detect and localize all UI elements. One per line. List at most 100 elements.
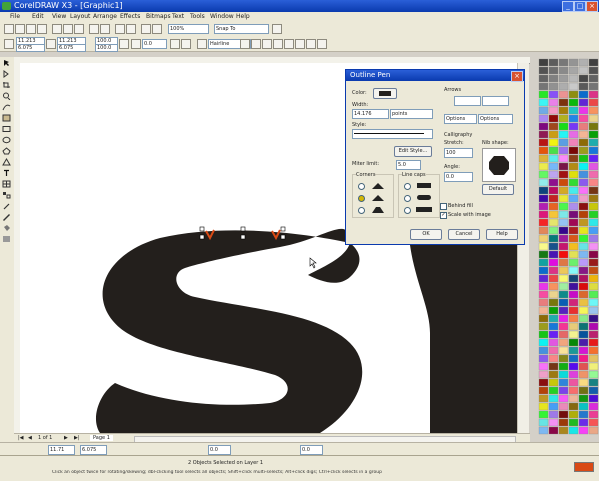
palette-swatch[interactable] [578,162,589,171]
palette-swatch[interactable] [568,282,579,291]
palette-swatch[interactable] [538,210,549,219]
palette-swatch[interactable] [588,274,599,283]
palette-swatch[interactable] [568,178,579,187]
shape-tool-icon[interactable] [2,70,11,78]
palette-swatch[interactable] [548,194,559,203]
palette-swatch[interactable] [558,210,569,219]
palette-swatch[interactable] [568,98,579,107]
palette-swatch[interactable] [538,234,549,243]
palette-swatch[interactable] [578,58,589,67]
palette-swatch[interactable] [588,234,599,243]
palette-swatch[interactable] [568,386,579,395]
palette-swatch[interactable] [558,370,569,379]
palette-swatch[interactable] [558,290,569,299]
palette-swatch[interactable] [538,162,549,171]
palette-swatch[interactable] [548,290,559,299]
palette-swatch[interactable] [578,154,589,163]
palette-swatch[interactable] [558,418,569,427]
palette-swatch[interactable] [548,82,559,91]
lock-ratio-icon[interactable] [119,39,129,49]
palette-swatch[interactable] [538,114,549,123]
palette-swatch[interactable] [548,106,559,115]
palette-swatch[interactable] [578,122,589,131]
crop-tool-icon[interactable] [2,81,11,89]
palette-swatch[interactable] [578,202,589,211]
width-unit-dropdown[interactable]: points [390,109,433,119]
palette-swatch[interactable] [558,234,569,243]
palette-swatch[interactable] [578,354,589,363]
palette-swatch[interactable] [538,194,549,203]
palette-swatch[interactable] [578,226,589,235]
palette-swatch[interactable] [538,306,549,315]
palette-swatch[interactable] [538,282,549,291]
open-icon[interactable] [15,24,25,34]
palette-swatch[interactable] [538,338,549,347]
palette-swatch[interactable] [588,330,599,339]
palette-swatch[interactable] [538,274,549,283]
save-icon[interactable] [26,24,36,34]
miter-limit-field[interactable]: 5.0 [396,160,421,170]
palette-swatch[interactable] [548,266,559,275]
palette-swatch[interactable] [558,362,569,371]
behind-fill-checkbox[interactable] [440,203,447,210]
palette-swatch[interactable] [578,298,589,307]
palette-swatch[interactable] [578,170,589,179]
redo-icon[interactable] [100,24,110,34]
palette-swatch[interactable] [538,226,549,235]
minimize-button[interactable]: _ [562,1,574,12]
palette-swatch[interactable] [538,146,549,155]
rotation-field[interactable]: 0.0 [142,39,167,49]
palette-swatch[interactable] [558,122,569,131]
palette-swatch[interactable] [548,378,559,387]
palette-swatch[interactable] [588,82,599,91]
palette-swatch[interactable] [558,354,569,363]
palette-swatch[interactable] [538,218,549,227]
palette-swatch[interactable] [568,266,579,275]
text-tool-icon[interactable] [2,169,11,177]
palette-swatch[interactable] [588,186,599,195]
menu-file[interactable]: File [10,13,20,20]
pick-tool-icon[interactable] [2,59,11,67]
palette-swatch[interactable] [588,226,599,235]
palette-swatch[interactable] [578,290,589,299]
zoom-tool-icon[interactable] [2,92,11,100]
palette-swatch[interactable] [588,138,599,147]
prev-page-icon[interactable]: ◀ [28,435,32,441]
help-button[interactable]: Help [486,229,518,240]
menu-effects[interactable]: Effects [120,13,140,20]
palette-swatch[interactable] [588,346,599,355]
cut-icon[interactable] [52,24,62,34]
palette-swatch[interactable] [578,138,589,147]
palette-swatch[interactable] [538,354,549,363]
palette-swatch[interactable] [538,266,549,275]
palette-swatches[interactable] [538,57,599,437]
weld-icon[interactable] [295,39,305,49]
palette-swatch[interactable] [548,402,559,411]
palette-swatch[interactable] [538,250,549,259]
fill-tool-icon[interactable] [2,224,11,232]
palette-swatch[interactable] [588,154,599,163]
palette-swatch[interactable] [548,154,559,163]
palette-swatch[interactable] [558,226,569,235]
basic-shapes-tool-icon[interactable] [2,158,11,166]
palette-swatch[interactable] [578,346,589,355]
palette-swatch[interactable] [568,186,579,195]
palette-swatch[interactable] [538,362,549,371]
copy-icon[interactable] [63,24,73,34]
last-page-icon[interactable]: ▶| [74,435,80,441]
palette-swatch[interactable] [538,106,549,115]
palette-swatch[interactable] [538,258,549,267]
palette-swatch[interactable] [538,74,549,83]
palette-swatch[interactable] [558,298,569,307]
palette-swatch[interactable] [588,162,599,171]
palette-swatch[interactable] [558,114,569,123]
palette-swatch[interactable] [568,138,579,147]
palette-swatch[interactable] [548,146,559,155]
palette-swatch[interactable] [568,218,579,227]
outline-tool-icon[interactable] [2,213,11,221]
palette-swatch[interactable] [548,74,559,83]
freehand-tool-icon[interactable] [2,103,11,111]
palette-swatch[interactable] [558,250,569,259]
palette-swatch[interactable] [548,138,559,147]
palette-swatch[interactable] [568,402,579,411]
